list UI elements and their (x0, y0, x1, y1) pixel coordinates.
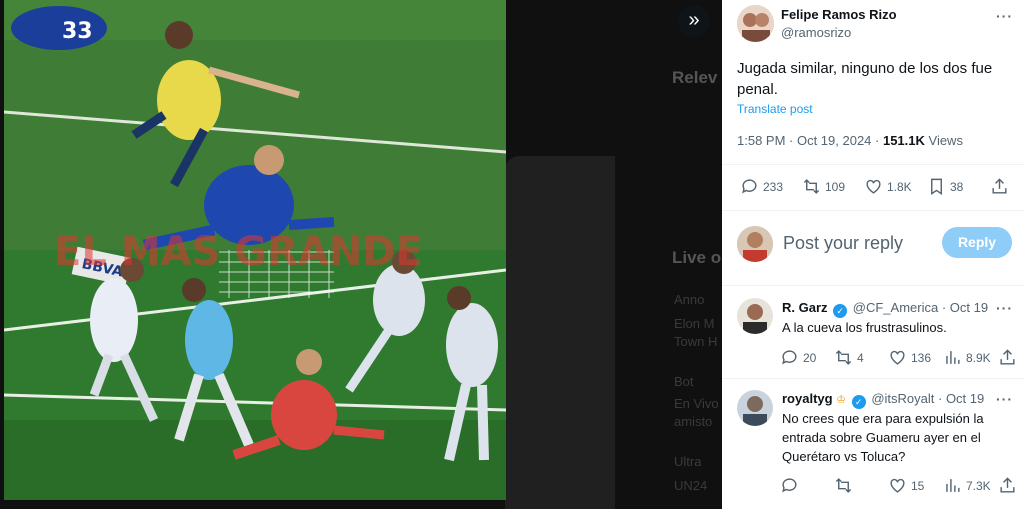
crown-icon: ♔ (836, 394, 847, 406)
share-action[interactable] (998, 476, 1021, 495)
soccer-collage: BBVA 33 EL MAS GRANDE (4, 0, 506, 500)
views-count: 8.9K (966, 350, 991, 365)
shirt-number: 33 (62, 19, 93, 44)
reply-text: No crees que era para expulsión la entra… (782, 411, 984, 464)
my-avatar[interactable] (737, 226, 773, 262)
avatar-image (737, 5, 774, 42)
avatar-image (737, 226, 773, 262)
views-count: 151.1K (882, 133, 925, 148)
timeline-backdrop: Relev Live o Anno Elon M Town H Bot En V… (0, 0, 722, 509)
views-action[interactable]: 7.3K (943, 476, 991, 495)
views-label: Views (924, 133, 963, 148)
heart-icon (890, 350, 905, 365)
author-handle[interactable]: @ramosrizo (781, 25, 851, 40)
post-text: Jugada similar, ninguno de los dos fue p… (737, 60, 993, 98)
reply-header: R. Garz ✓ @CF_America · Oct 19 (782, 300, 988, 318)
translate-post-link[interactable]: Translate post (737, 102, 813, 116)
reply-avatar[interactable] (737, 390, 773, 426)
repost-icon (803, 179, 820, 194)
reply-action[interactable] (780, 476, 803, 495)
bookmark-action[interactable]: 38 (927, 177, 963, 196)
expand-icon[interactable]: » (678, 5, 710, 37)
author-name[interactable]: Felipe Ramos Rizo (781, 7, 897, 22)
repost-action[interactable]: 4 (834, 348, 864, 367)
bg-card (505, 156, 615, 509)
reply-avatar[interactable] (737, 298, 773, 334)
reply-time[interactable]: · Oct 19 (942, 300, 988, 315)
repost-count: 109 (825, 179, 846, 194)
post-media-image[interactable]: BBVA 33 EL MAS GRANDE (4, 0, 506, 500)
bg-heading: Relev (672, 68, 718, 87)
like-count: 1.8K (887, 179, 912, 194)
bg-snippet: Anno (674, 292, 705, 307)
bookmark-icon (931, 178, 942, 195)
like-action[interactable]: 15 (888, 476, 924, 495)
bg-snippet: Ultra (674, 454, 702, 469)
more-options-icon[interactable]: ··· (996, 8, 1013, 24)
views-action[interactable]: 8.9K (943, 348, 991, 367)
author-avatar[interactable] (737, 5, 774, 42)
reply-author-handle[interactable]: @itsRoyalt (871, 391, 934, 406)
divider (722, 285, 1024, 286)
share-icon (1000, 349, 1015, 365)
reply-author-handle[interactable]: @CF_America (853, 300, 938, 315)
more-options-icon[interactable]: ··· (996, 300, 1013, 316)
reply-composer-input[interactable]: Post your reply (783, 233, 903, 254)
reply-action[interactable]: 20 (780, 348, 816, 367)
repost-icon (835, 478, 852, 493)
divider (722, 210, 1024, 211)
divider (722, 164, 1024, 165)
more-options-icon[interactable]: ··· (996, 391, 1013, 407)
reply-button[interactable]: Reply (942, 227, 1012, 258)
heart-icon (866, 179, 881, 194)
views-count: 7.3K (966, 478, 991, 493)
analytics-icon (946, 351, 960, 364)
repost-action[interactable] (834, 476, 857, 495)
verified-badge-icon: ✓ (851, 395, 866, 409)
reply-icon (742, 179, 757, 194)
post-detail-panel: Felipe Ramos Rizo @ramosrizo ··· Jugada … (722, 0, 1024, 509)
post-timestamp[interactable]: 1:58 PM · Oct 19, 2024 · (737, 133, 883, 148)
reply-count: 233 (763, 179, 784, 194)
bg-snippet: Town H (674, 334, 718, 349)
share-action[interactable] (998, 348, 1021, 367)
avatar-image (737, 390, 773, 426)
reply-action[interactable]: 233 (740, 177, 783, 196)
analytics-icon (946, 479, 960, 492)
bg-snippet: Elon M (674, 316, 715, 331)
like-action[interactable]: 1.8K (864, 177, 912, 196)
share-icon (992, 178, 1007, 194)
share-icon (1000, 477, 1015, 493)
bg-snippet: UN24 (674, 478, 708, 493)
bg-snippet: Bot (674, 374, 694, 389)
repost-count: 4 (857, 350, 864, 365)
bg-heading: Live o (672, 248, 722, 267)
verified-badge-icon: ✓ (833, 304, 848, 318)
bg-snippet: En Vivo (674, 396, 719, 411)
heart-icon (890, 478, 905, 493)
avatar-image (737, 298, 773, 334)
repost-action[interactable]: 109 (802, 177, 845, 196)
like-action[interactable]: 136 (888, 348, 931, 367)
bookmark-count: 38 (950, 179, 964, 194)
reply-text: A la cueva los frustrasulinos. (782, 320, 947, 335)
like-count: 136 (911, 350, 932, 365)
bg-snippet: amisto (674, 414, 713, 429)
share-action[interactable] (990, 177, 1013, 196)
reply-icon (782, 350, 797, 365)
divider (722, 378, 1024, 379)
post-metadata: 1:58 PM · Oct 19, 2024 · 151.1K Views (737, 133, 963, 148)
reply-time[interactable]: · Oct 19 (938, 391, 984, 406)
reply-author-name[interactable]: R. Garz (782, 300, 828, 315)
reply-count: 20 (803, 350, 817, 365)
reply-icon (782, 478, 797, 493)
reply-header: royaltyg ♔ ✓ @itsRoyalt · Oct 19 (782, 391, 984, 409)
repost-icon (835, 350, 852, 365)
watermark-text: EL MAS GRANDE (54, 229, 423, 275)
like-count: 15 (911, 478, 925, 493)
reply-author-name[interactable]: royaltyg (782, 391, 833, 406)
